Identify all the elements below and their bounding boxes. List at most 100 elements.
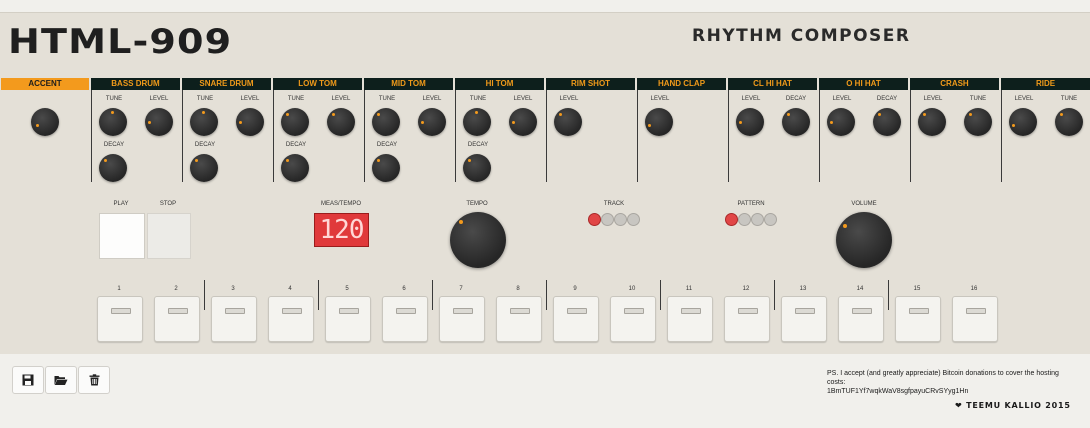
knob-label-tune: TUNE xyxy=(1060,96,1078,102)
knob-label-level: LEVEL xyxy=(149,96,169,102)
instrument-header: ACCENT xyxy=(1,78,89,90)
mid-tom-tune-knob[interactable] xyxy=(372,108,400,136)
low-tom-decay-knob[interactable] xyxy=(281,154,309,182)
step-button-14[interactable] xyxy=(838,296,884,342)
hand-clap-level-knob[interactable] xyxy=(645,108,673,136)
step-button-5[interactable] xyxy=(325,296,371,342)
rim-shot-level-knob[interactable] xyxy=(554,108,582,136)
bass-drum-decay-knob[interactable] xyxy=(99,154,127,182)
heart-icon: ❤ xyxy=(955,401,963,410)
pattern-led-2[interactable] xyxy=(738,213,751,226)
snare-drum-decay-knob[interactable] xyxy=(190,154,218,182)
knob-label-tune: TUNE xyxy=(969,96,987,102)
knob-label-level: LEVEL xyxy=(240,96,260,102)
step-led xyxy=(681,308,701,314)
low-tom-level-knob[interactable] xyxy=(327,108,355,136)
knob-label-decay: DECAY xyxy=(194,142,216,148)
track-led-1[interactable] xyxy=(588,213,601,226)
delete-button[interactable] xyxy=(78,366,110,394)
step-button-11[interactable] xyxy=(667,296,713,342)
mid-tom-level-knob[interactable] xyxy=(418,108,446,136)
o-hi-hat-decay-knob[interactable] xyxy=(873,108,901,136)
cl-hi-hat-level-knob[interactable] xyxy=(736,108,764,136)
step-led xyxy=(225,308,245,314)
mid-tom-decay-knob[interactable] xyxy=(372,154,400,182)
instrument-header: CRASH xyxy=(910,78,999,90)
save-button[interactable] xyxy=(12,366,44,394)
step-led xyxy=(852,308,872,314)
step-button-2[interactable] xyxy=(154,296,200,342)
step-led xyxy=(966,308,986,314)
crash-tune-knob[interactable] xyxy=(964,108,992,136)
step-led xyxy=(453,308,473,314)
snare-drum-tune-knob[interactable] xyxy=(190,108,218,136)
instrument-divider xyxy=(182,90,183,182)
step-led xyxy=(909,308,929,314)
step-button-13[interactable] xyxy=(781,296,827,342)
stop-button[interactable] xyxy=(147,213,191,259)
step-button-7[interactable] xyxy=(439,296,485,342)
ride-level-knob[interactable] xyxy=(1009,108,1037,136)
step-button-16[interactable] xyxy=(952,296,998,342)
ride-tune-knob[interactable] xyxy=(1055,108,1083,136)
donation-text: PS. I accept (and greatly appreciate) Bi… xyxy=(827,370,1059,386)
hi-tom-decay-knob[interactable] xyxy=(463,154,491,182)
tempo-display: 120 xyxy=(314,213,369,247)
step-led xyxy=(396,308,416,314)
knob-label-level: LEVEL xyxy=(331,96,351,102)
instrument-divider xyxy=(1001,90,1002,182)
track-label: TRACK xyxy=(603,201,625,207)
step-button-12[interactable] xyxy=(724,296,770,342)
low-tom-tune-knob[interactable] xyxy=(281,108,309,136)
step-button-6[interactable] xyxy=(382,296,428,342)
step-button-10[interactable] xyxy=(610,296,656,342)
knob-label-tune: TUNE xyxy=(105,96,123,102)
pattern-led-3[interactable] xyxy=(751,213,764,226)
bitcoin-address[interactable]: 1BmTUF1Yf7wqkWaV8sgfpayuCRvSYyg1Hn xyxy=(827,387,1072,396)
accent-knob[interactable] xyxy=(31,108,59,136)
pattern-led-1[interactable] xyxy=(725,213,738,226)
tempo-knob[interactable] xyxy=(450,212,506,268)
track-led-3[interactable] xyxy=(614,213,627,226)
step-led xyxy=(339,308,359,314)
step-led xyxy=(624,308,644,314)
instrument-divider xyxy=(364,90,365,182)
snare-drum-level-knob[interactable] xyxy=(236,108,264,136)
open-button[interactable] xyxy=(45,366,77,394)
step-button-4[interactable] xyxy=(268,296,314,342)
step-group-divider xyxy=(432,280,433,310)
step-button-8[interactable] xyxy=(496,296,542,342)
step-button-15[interactable] xyxy=(895,296,941,342)
knob-label-level: LEVEL xyxy=(741,96,761,102)
volume-label: VOLUME xyxy=(851,201,877,207)
step-led xyxy=(567,308,587,314)
instrument-low-tom: LOW TOM TUNE LEVEL DECAY xyxy=(273,78,362,182)
track-led-4[interactable] xyxy=(627,213,640,226)
volume-knob[interactable] xyxy=(836,212,892,268)
play-button[interactable] xyxy=(99,213,145,259)
track-led-2[interactable] xyxy=(601,213,614,226)
instrument-bass-drum: BASS DRUM TUNE LEVEL DECAY xyxy=(91,78,180,182)
step-group-divider xyxy=(660,280,661,310)
bass-drum-level-knob[interactable] xyxy=(145,108,173,136)
hi-tom-level-knob[interactable] xyxy=(509,108,537,136)
knob-label-decay: DECAY xyxy=(467,142,489,148)
instrument-divider xyxy=(910,90,911,182)
bass-drum-tune-knob[interactable] xyxy=(99,108,127,136)
step-button-1[interactable] xyxy=(97,296,143,342)
step-number-12: 12 xyxy=(742,286,750,292)
o-hi-hat-level-knob[interactable] xyxy=(827,108,855,136)
instrument-ride: RIDE LEVEL TUNE xyxy=(1001,78,1090,182)
step-led xyxy=(282,308,302,314)
step-button-9[interactable] xyxy=(553,296,599,342)
hi-tom-tune-knob[interactable] xyxy=(463,108,491,136)
instrument-accent: ACCENT xyxy=(1,78,89,182)
step-number-16: 16 xyxy=(970,286,978,292)
instrument-header: CL HI HAT xyxy=(728,78,817,90)
knob-label-decay: DECAY xyxy=(103,142,125,148)
step-button-3[interactable] xyxy=(211,296,257,342)
pattern-led-4[interactable] xyxy=(764,213,777,226)
step-led xyxy=(111,308,131,314)
crash-level-knob[interactable] xyxy=(918,108,946,136)
cl-hi-hat-decay-knob[interactable] xyxy=(782,108,810,136)
